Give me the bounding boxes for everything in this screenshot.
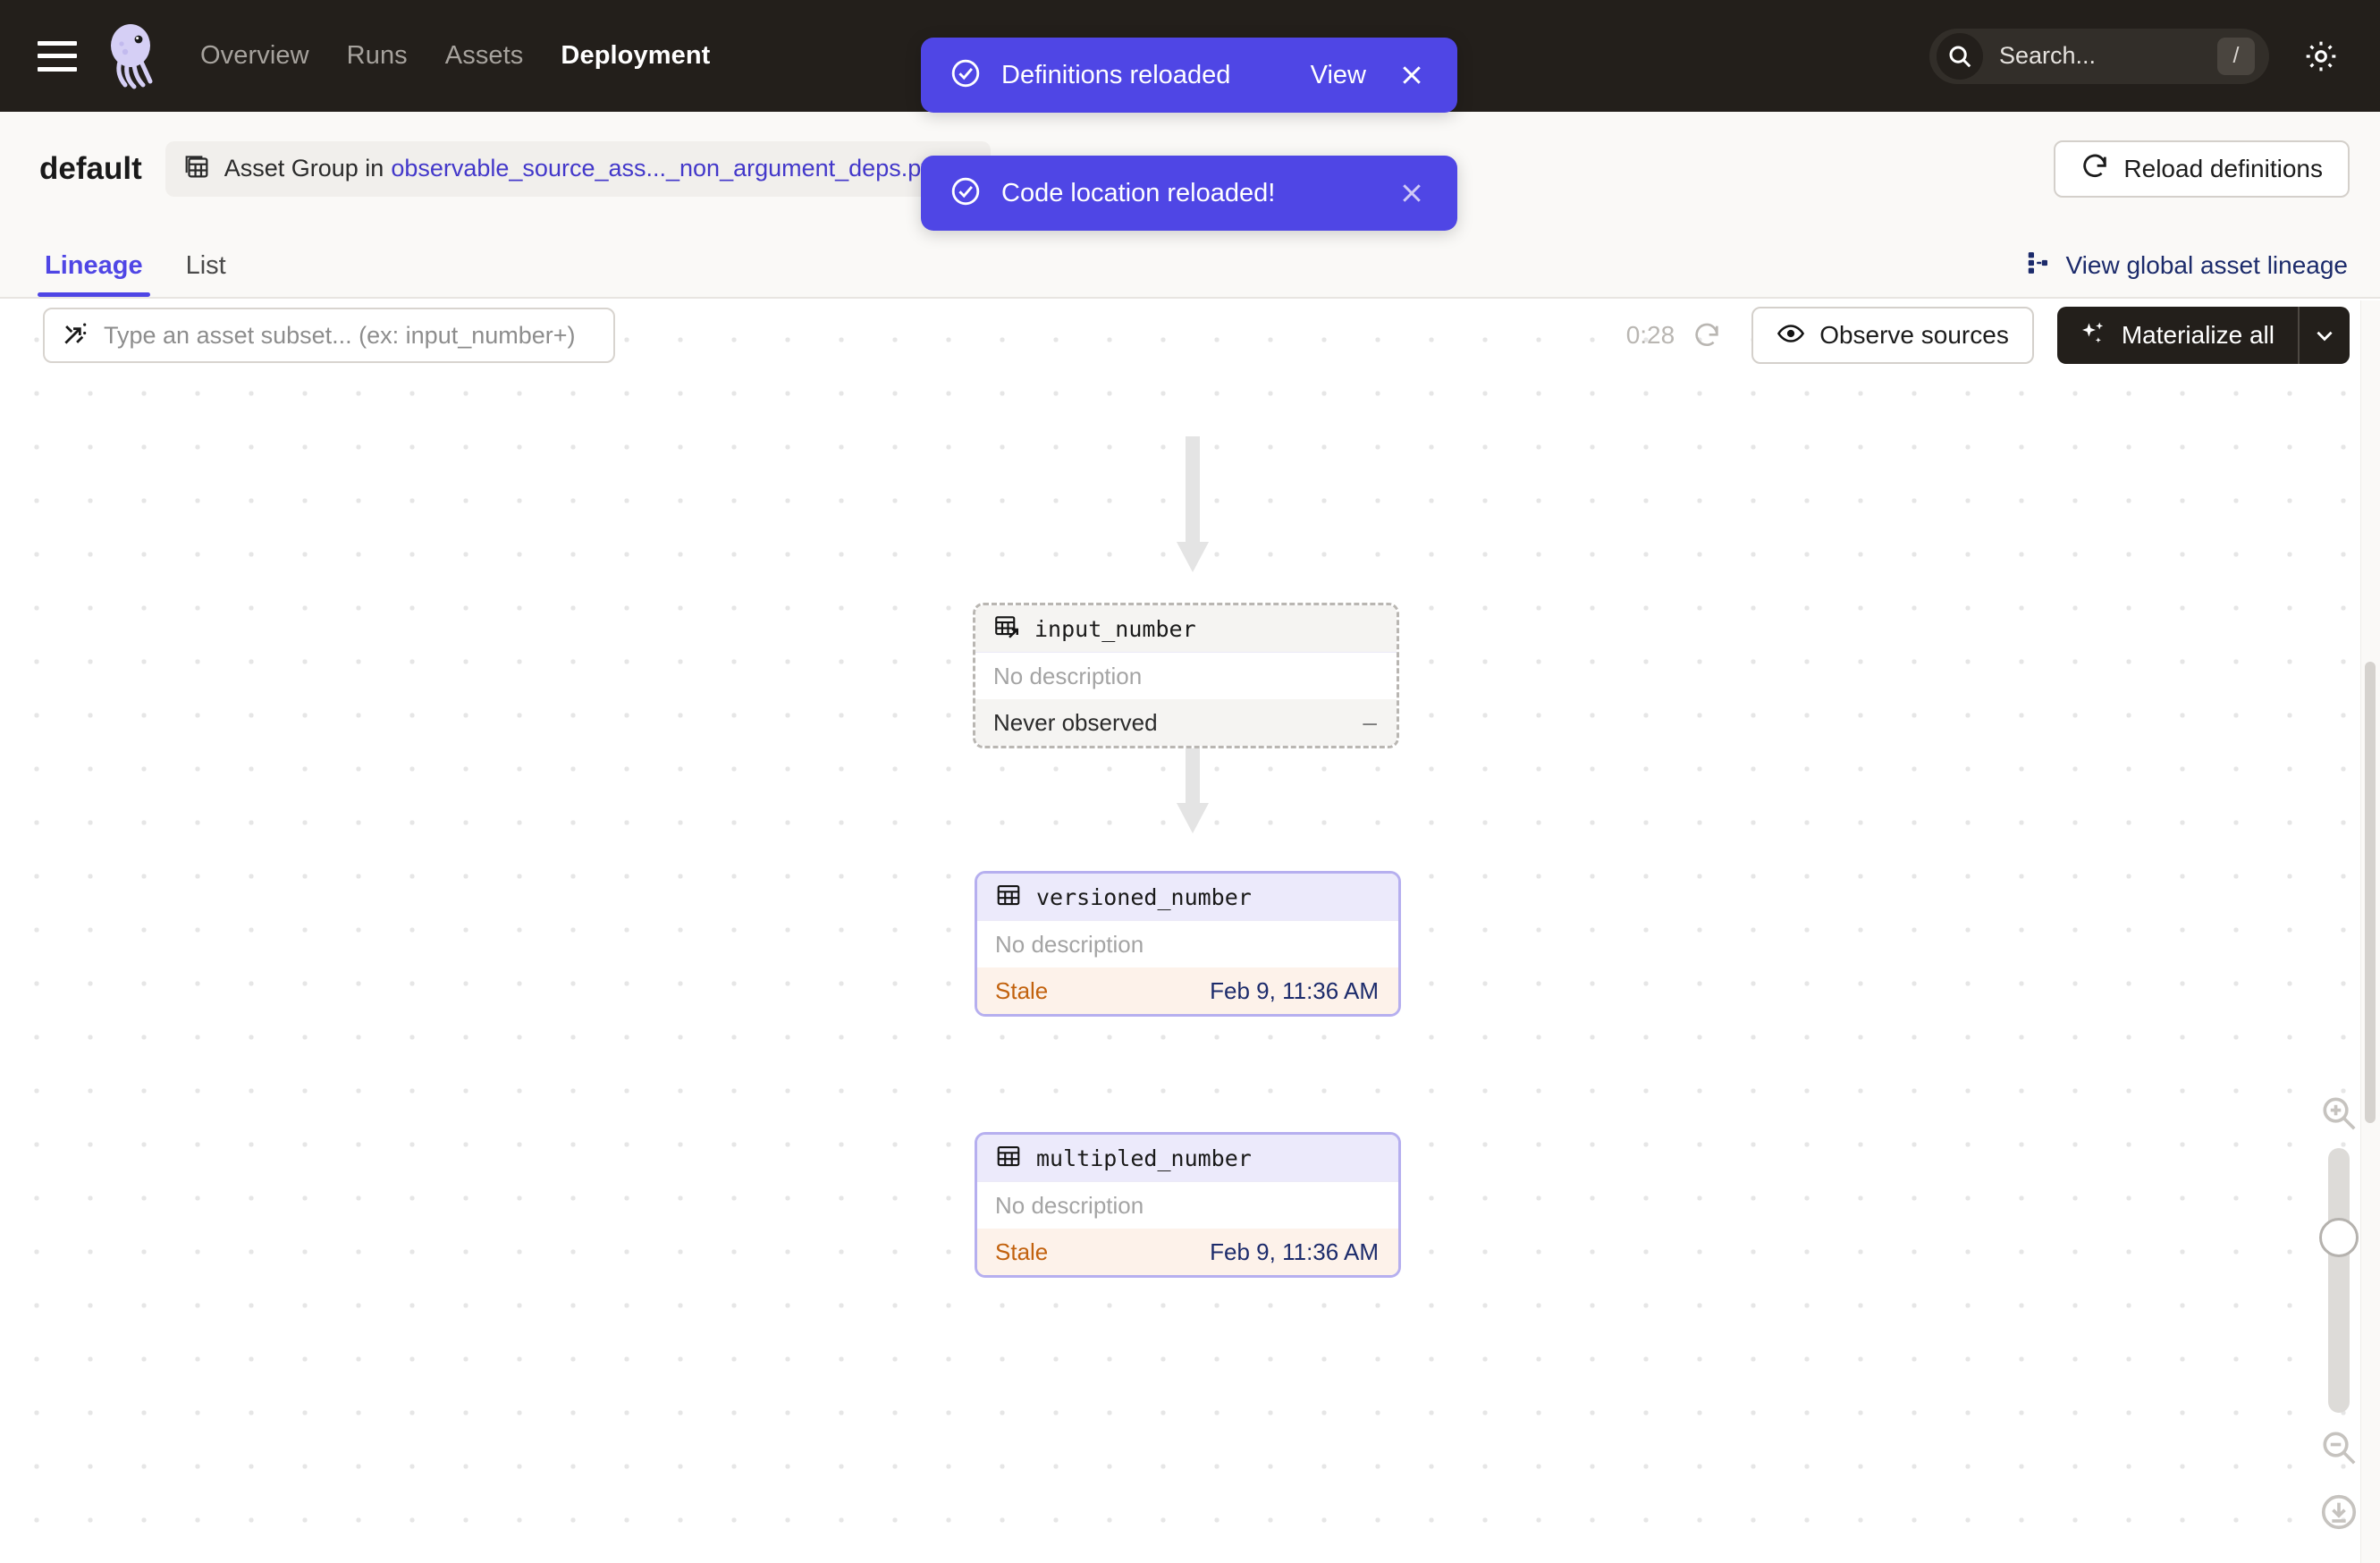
reload-definitions-label: Reload definitions	[2123, 154, 2323, 182]
refresh-icon	[2080, 152, 2109, 185]
reload-definitions-button[interactable]: Reload definitions	[2054, 139, 2350, 198]
asset-table-icon	[995, 1143, 1022, 1174]
zoom-slider[interactable]	[2319, 1148, 2359, 1413]
view-global-asset-lineage-label: View global asset lineage	[2065, 250, 2348, 279]
asset-node-name: input_number	[1034, 615, 1196, 642]
zoom-slider-handle[interactable]	[2319, 1218, 2359, 1257]
close-icon[interactable]	[1397, 178, 1427, 208]
auto-refresh-timer: 0:28	[1625, 321, 1675, 349]
edge-input-to-versioned	[1177, 436, 1209, 572]
canvas-scrollbar-thumb[interactable]	[2365, 662, 2376, 1123]
tab-list[interactable]: List	[182, 251, 230, 297]
nav-right-cluster: Search... /	[1929, 0, 2380, 112]
asset-subset-input[interactable]: Type an asset subset... (ex: input_numbe…	[43, 308, 615, 363]
asset-selection-icon	[61, 319, 89, 352]
asset-node-header: versioned_number	[977, 874, 1398, 921]
asset-node-status: Never observed	[993, 708, 1158, 736]
eye-icon	[1777, 319, 1805, 352]
asset-node-description: No description	[977, 1182, 1398, 1229]
sparkle-icon	[2079, 319, 2107, 352]
observe-sources-label: Observe sources	[1819, 321, 2009, 349]
asset-group-icon	[181, 151, 212, 186]
nav-link-deployment[interactable]: Deployment	[561, 41, 710, 71]
dagster-app: Overview Runs Assets Deployment Search..…	[0, 0, 2380, 1563]
asset-node-footer: Stale Feb 9, 11:36 AM	[977, 1229, 1398, 1275]
check-circle-icon	[949, 175, 982, 212]
lineage-graph-icon	[2025, 249, 2052, 281]
asset-node-status[interactable]: Stale	[995, 1238, 1048, 1266]
materialize-all-button[interactable]: Materialize all	[2057, 307, 2298, 364]
asset-node-timestamp[interactable]: Feb 9, 11:36 AM	[1210, 1238, 1379, 1266]
toast-message: Definitions reloaded	[1001, 60, 1231, 89]
breadcrumb-prefix: Asset Group in	[224, 155, 384, 182]
asset-node-description: No description	[977, 921, 1398, 967]
search-shortcut-key: /	[2217, 37, 2255, 75]
toast-definitions-reloaded: Definitions reloaded View	[921, 38, 1457, 113]
global-search-placeholder: Search...	[1999, 42, 2097, 69]
nav-link-runs[interactable]: Runs	[347, 41, 408, 71]
breadcrumb-code-location-link[interactable]: observable_source_ass..._non_argument_de…	[391, 155, 933, 182]
gear-icon[interactable]	[2292, 28, 2350, 85]
search-icon	[1937, 32, 1983, 80]
asset-node-header: multipled_number	[977, 1135, 1398, 1182]
toast-code-location-reloaded: Code location reloaded!	[921, 156, 1457, 231]
dagster-logo[interactable]	[102, 22, 165, 90]
check-circle-icon	[949, 57, 982, 94]
asset-node-description: No description	[975, 653, 1397, 699]
zoom-out-icon[interactable]	[2318, 1427, 2359, 1468]
toolbar-actions: 0:28 Observe sources Materialize all	[1626, 307, 2350, 364]
close-icon[interactable]	[1397, 60, 1427, 90]
toast-message: Code location reloaded!	[1001, 178, 1276, 207]
view-global-asset-lineage-link[interactable]: View global asset lineage	[2025, 249, 2348, 281]
zoom-controls	[2310, 1093, 2367, 1533]
tab-bar: Lineage List View global asset lineage	[0, 225, 2380, 299]
asset-node-versioned-number[interactable]: versioned_number No description Stale Fe…	[975, 871, 1401, 1017]
hamburger-icon[interactable]	[38, 40, 77, 72]
asset-node-footer: Never observed –	[975, 699, 1397, 746]
download-icon[interactable]	[2318, 1491, 2359, 1533]
asset-subset-placeholder: Type an asset subset... (ex: input_numbe…	[104, 321, 576, 349]
asset-lineage-canvas[interactable]: input_number No description Never observ…	[0, 300, 2380, 1563]
asset-node-header: input_number	[975, 605, 1397, 653]
asset-node-input-number[interactable]: input_number No description Never observ…	[973, 603, 1399, 748]
observe-sources-button[interactable]: Observe sources	[1751, 307, 2034, 364]
asset-node-timestamp: –	[1363, 708, 1377, 736]
tab-lineage[interactable]: Lineage	[38, 251, 150, 297]
toast-view-button[interactable]: View	[1311, 61, 1366, 90]
asset-node-status[interactable]: Stale	[995, 977, 1048, 1005]
zoom-in-icon[interactable]	[2318, 1093, 2359, 1134]
materialize-all-button-group: Materialize all	[2056, 307, 2350, 364]
asset-node-multipled-number[interactable]: multipled_number No description Stale Fe…	[975, 1132, 1401, 1278]
observable-source-asset-icon	[993, 613, 1020, 645]
asset-node-timestamp[interactable]: Feb 9, 11:36 AM	[1210, 977, 1379, 1005]
asset-table-icon	[995, 882, 1022, 913]
chevron-down-icon[interactable]	[2298, 307, 2350, 364]
page-title: default	[39, 150, 142, 186]
asset-node-footer: Stale Feb 9, 11:36 AM	[977, 967, 1398, 1014]
asset-node-name: versioned_number	[1036, 883, 1252, 910]
nav-link-overview[interactable]: Overview	[200, 41, 309, 71]
materialize-all-label: Materialize all	[2121, 321, 2275, 349]
refresh-icon[interactable]	[1692, 321, 1721, 350]
nav-links: Overview Runs Assets Deployment	[200, 41, 710, 71]
breadcrumb[interactable]: Asset Group in observable_source_ass..._…	[165, 140, 991, 197]
nav-link-assets[interactable]: Assets	[445, 41, 524, 71]
global-search-input[interactable]: Search... /	[1929, 28, 2269, 84]
asset-node-name: multipled_number	[1036, 1145, 1252, 1171]
